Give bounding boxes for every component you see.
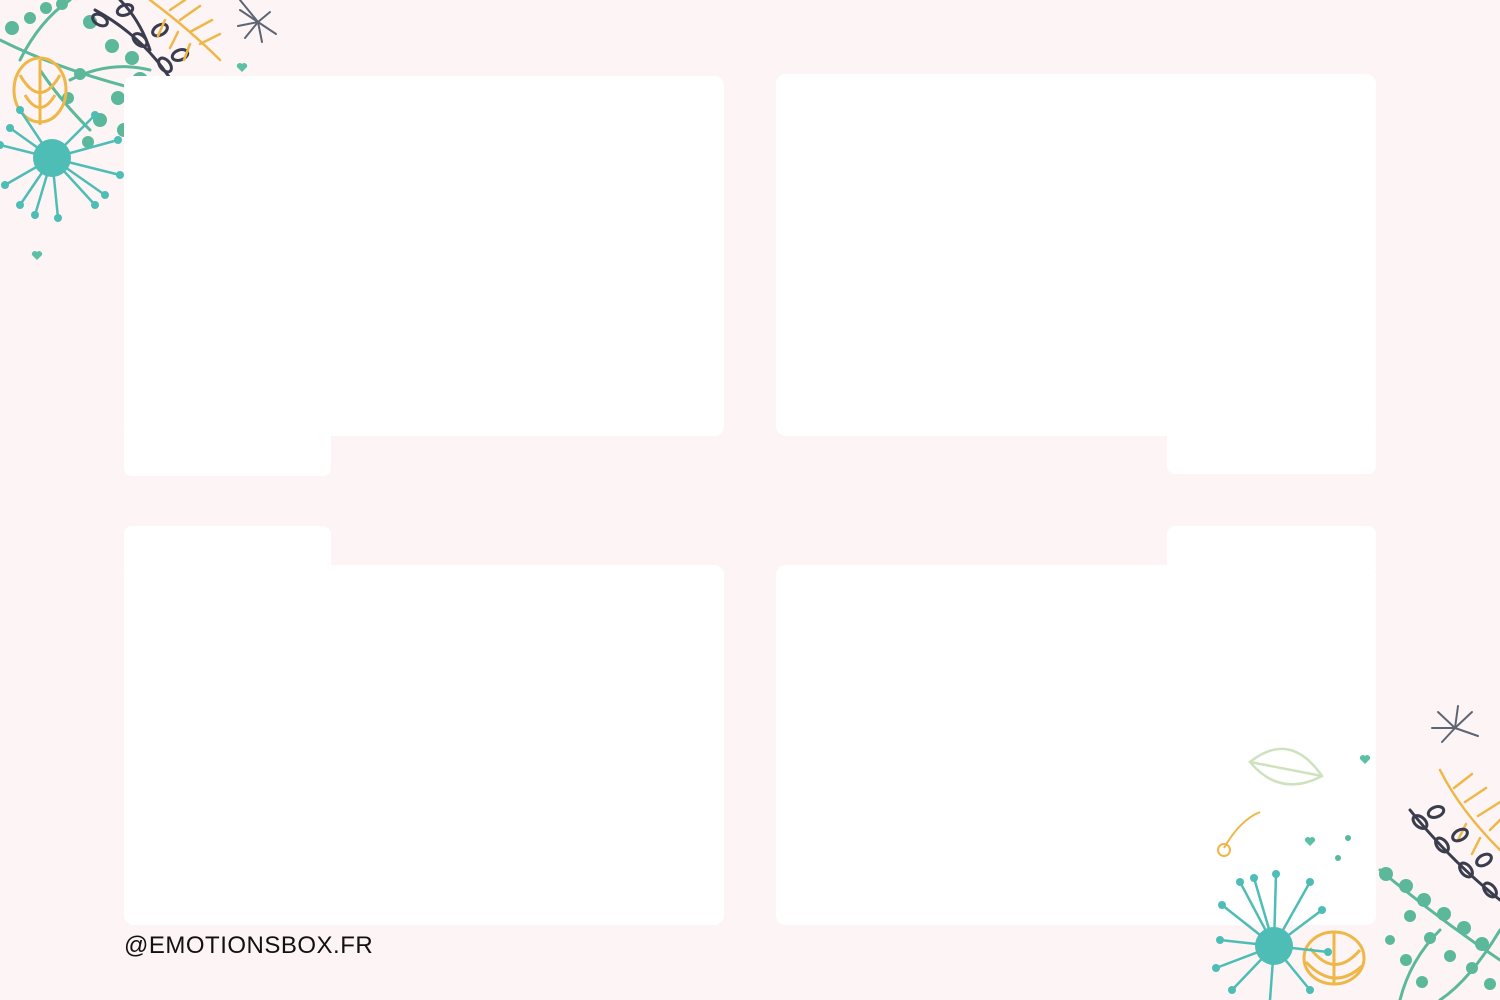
photo-frame-bottom-left: [124, 565, 724, 925]
photo-frame-top-left: [124, 76, 724, 436]
photo-frame-top-right: [776, 74, 1376, 436]
floral-corner-bottom-right-icon: [1212, 705, 1500, 1000]
frame-tab-bottom-right: [1167, 526, 1376, 571]
frame-tab-bottom-left: [124, 526, 331, 571]
frame-tab-top-right: [1167, 430, 1376, 474]
frame-tab-top-left: [124, 430, 331, 476]
brand-handle: @EMOTIONSBOX.FR: [124, 932, 374, 959]
